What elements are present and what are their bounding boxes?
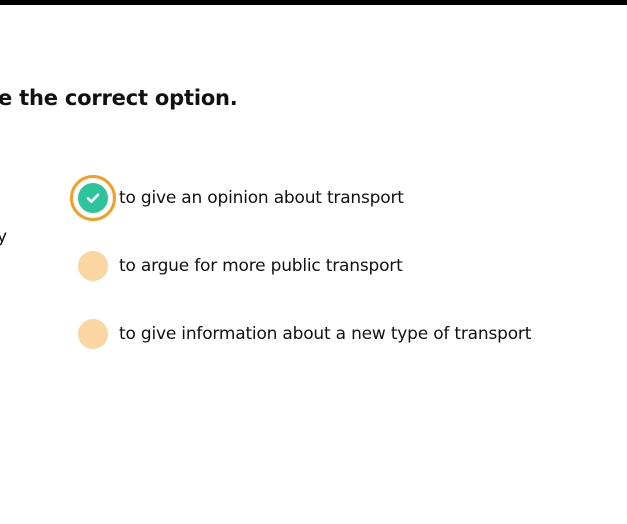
option-3-label: to give information about a new type of … [119,324,532,344]
radio-button-selected[interactable] [70,175,116,221]
option-1[interactable]: to give an opinion about transport [70,175,404,221]
check-icon [86,193,100,203]
option-1-label: to give an opinion about transport [119,188,404,208]
left-text-fragment: y [0,227,8,247]
top-bar [0,0,627,5]
radio-button[interactable] [70,243,116,289]
selected-radio-fill [78,183,108,213]
option-3[interactable]: to give information about a new type of … [70,312,531,356]
option-2-label: to argue for more public transport [119,256,403,276]
radio-button[interactable] [70,311,116,357]
option-2[interactable]: to argue for more public transport [70,244,403,288]
instruction-text: e the correct option. [0,86,238,110]
selected-radio-ring [70,175,116,221]
radio-circle [78,319,108,349]
quiz-page: e the correct option. y to give an opini… [0,0,627,524]
radio-circle [78,251,108,281]
